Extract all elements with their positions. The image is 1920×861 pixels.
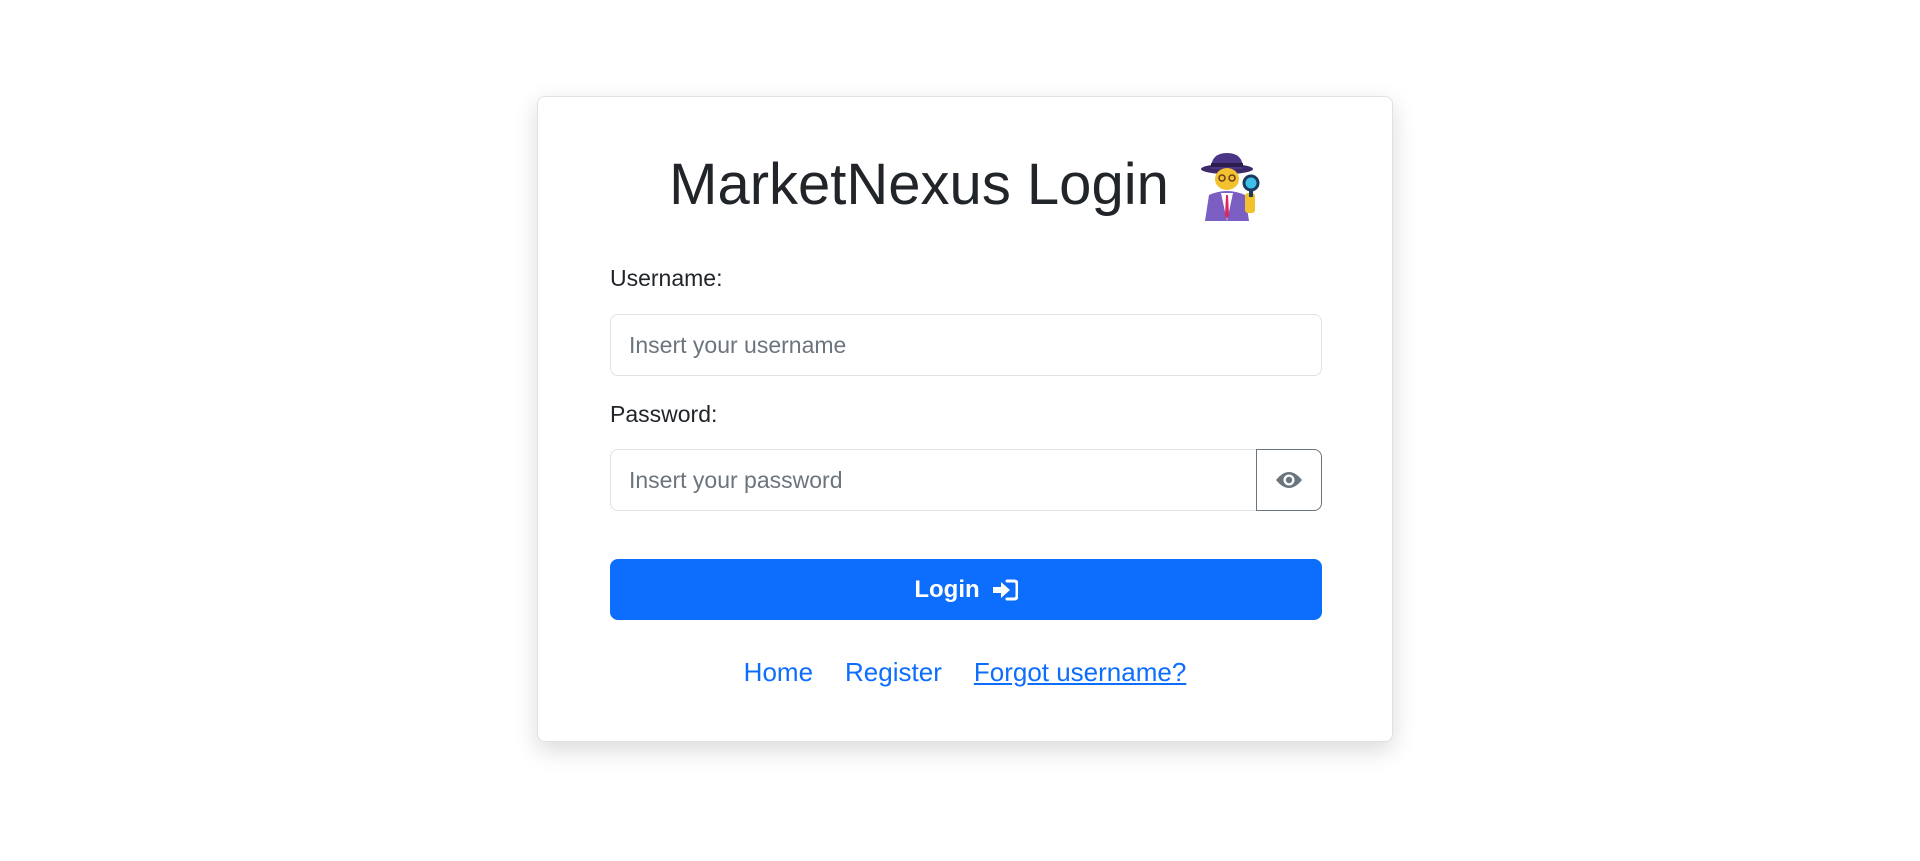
sign-in-icon <box>992 579 1018 601</box>
password-input[interactable] <box>610 449 1258 511</box>
login-button[interactable]: Login <box>610 559 1322 620</box>
home-link[interactable]: Home <box>744 657 813 688</box>
login-card: MarketNexus Login Username: Insert your … <box>537 96 1393 742</box>
register-link[interactable]: Register <box>845 657 942 688</box>
forgot-username-link[interactable]: Forgot username? <box>974 657 1186 688</box>
page-title: MarketNexus Login <box>669 152 1169 217</box>
footer-links: Home Register Forgot username? <box>538 657 1392 688</box>
title-row: MarketNexus Login <box>538 145 1392 225</box>
show-password-button[interactable] <box>1256 449 1322 511</box>
username-input[interactable] <box>610 314 1322 376</box>
login-button-label: Login <box>914 575 980 603</box>
password-label: Password: <box>610 401 718 427</box>
username-label: Username: <box>610 265 723 291</box>
detective-icon <box>1197 149 1261 221</box>
eye-icon <box>1275 470 1303 490</box>
